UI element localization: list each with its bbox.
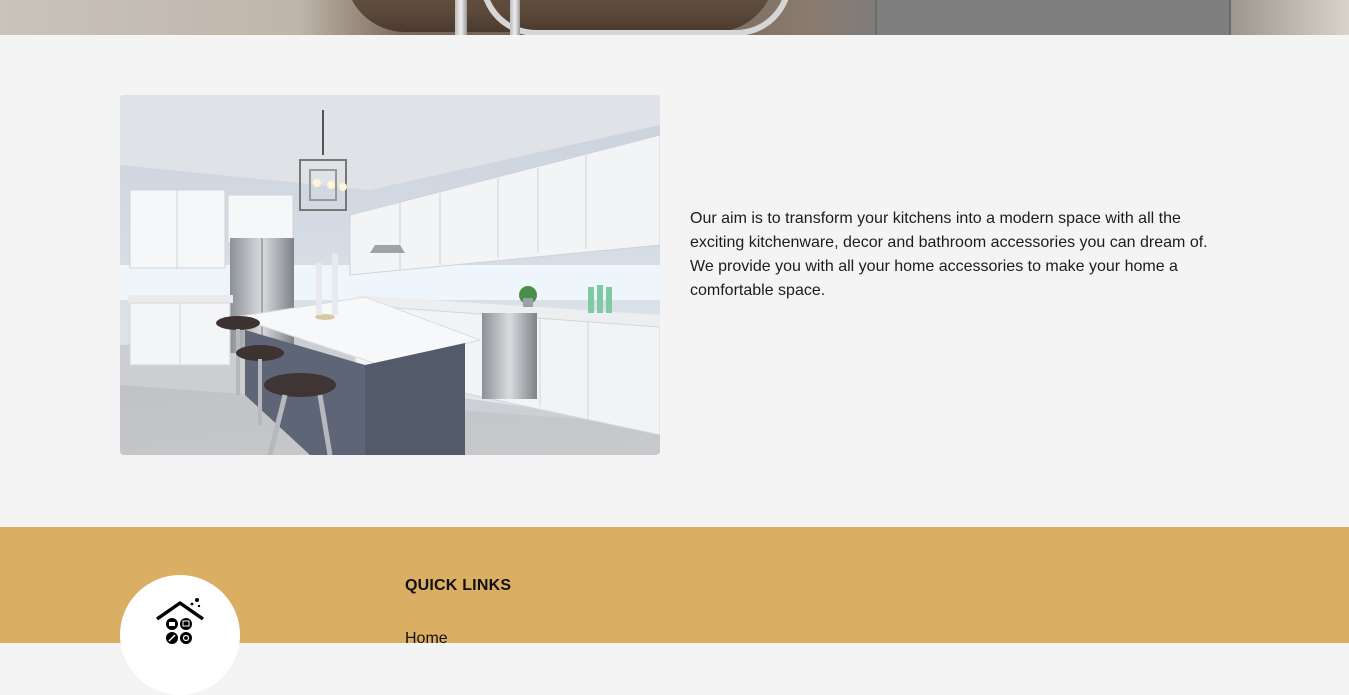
home-kitchen-logo-icon <box>156 598 204 644</box>
about-description: Our aim is to transform your kitchens in… <box>690 210 1208 299</box>
footer: QUICK LINKS Home <box>0 527 1349 695</box>
kitchen-image <box>120 95 660 455</box>
hero-cabinet <box>875 0 1231 35</box>
hero-image <box>0 0 1349 35</box>
hero-stool-pole-2 <box>510 0 520 35</box>
footer-link-home[interactable]: Home <box>405 630 448 648</box>
quick-links-heading: QUICK LINKS <box>405 577 512 594</box>
about-section: Our aim is to transform your kitchens in… <box>0 35 1349 527</box>
kitchen-illustration <box>120 95 660 455</box>
footer-logo[interactable] <box>120 575 240 695</box>
hero-stool-ring <box>480 0 792 35</box>
hero-stool-pole <box>455 0 467 35</box>
